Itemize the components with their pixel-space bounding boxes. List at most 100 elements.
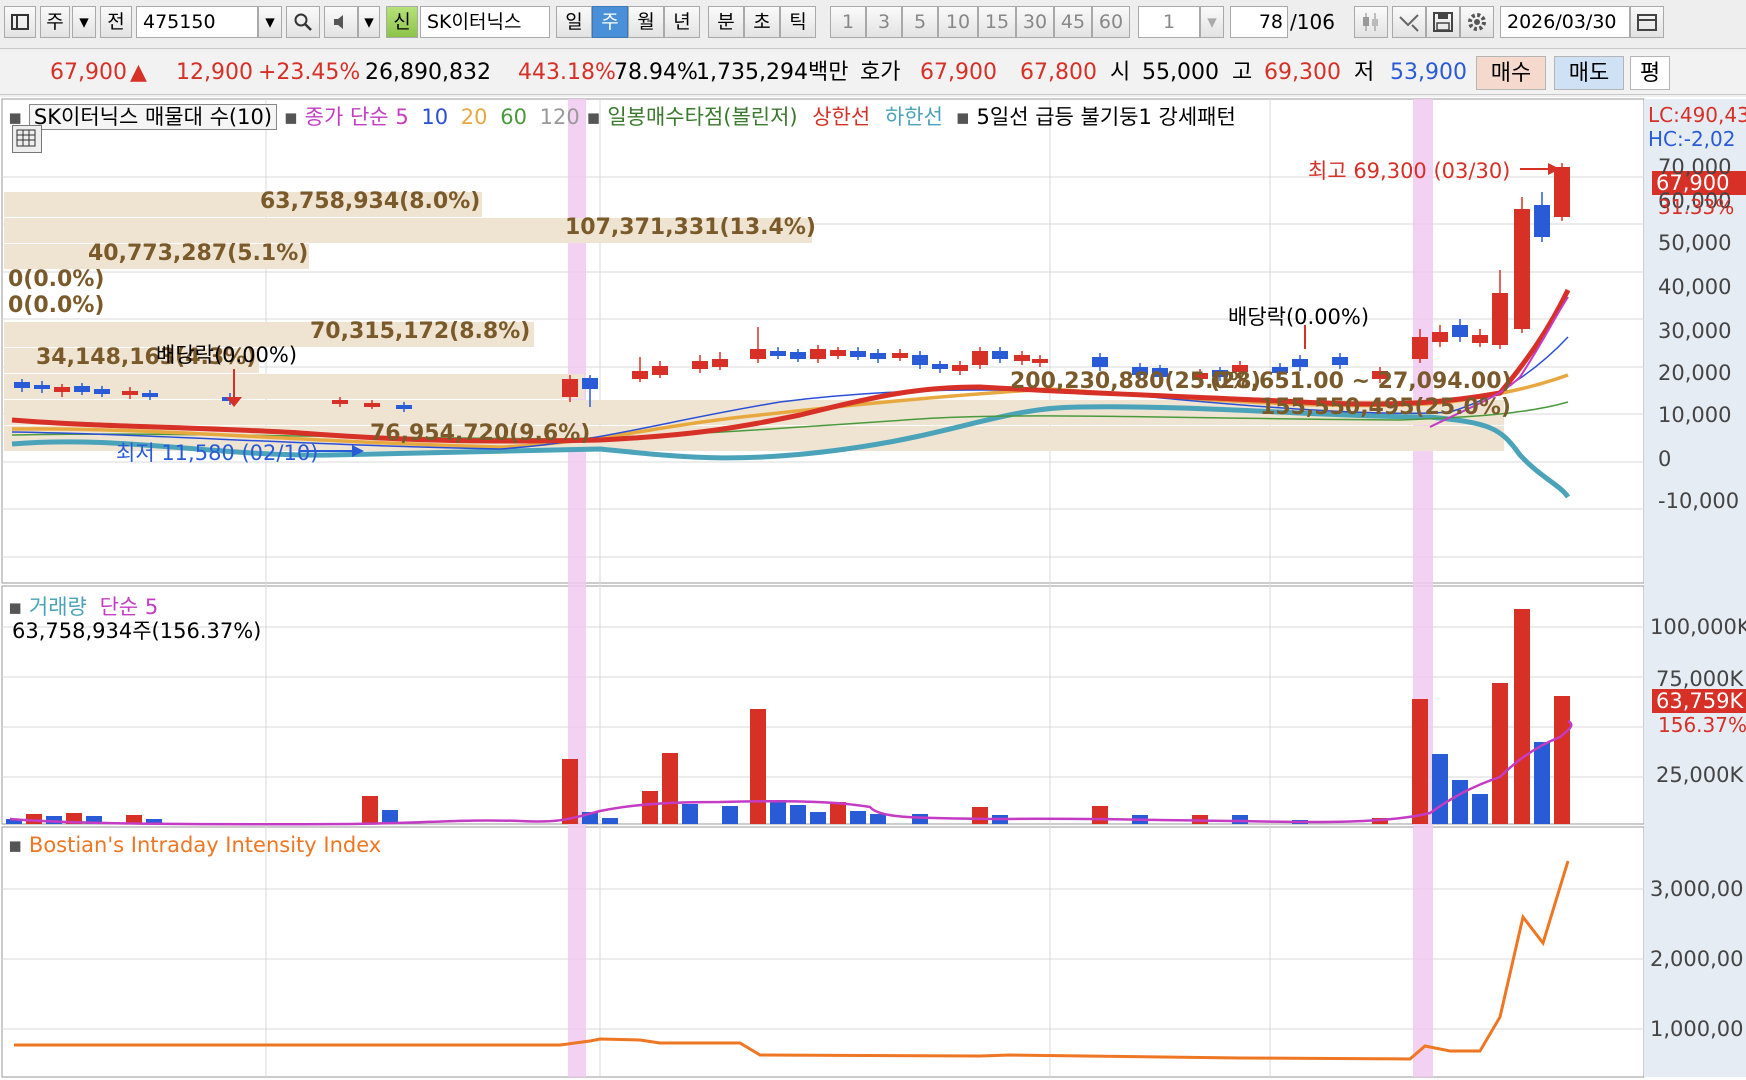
code-input[interactable]: 475150 — [136, 6, 258, 38]
current-price-tag: 67,900 — [1656, 171, 1730, 195]
low-price: 53,900 — [1390, 60, 1467, 85]
biii-axis-tick: 1,000,00 — [1650, 1017, 1744, 1041]
volume-bar — [722, 806, 738, 824]
pattern-label[interactable]: 5일선 급등 불기둥1 강세패턴 — [977, 105, 1236, 129]
volume-bar — [362, 796, 378, 824]
second-tab[interactable]: 초 — [744, 6, 780, 38]
low-annotation: 최저 11,580 (02/10) — [116, 441, 319, 465]
interval-30[interactable]: 30 — [1016, 6, 1054, 38]
date-input[interactable]: 2026/03/30 — [1500, 6, 1630, 38]
candle-body — [1492, 293, 1508, 345]
legend-square-icon: ▪ — [955, 105, 970, 129]
volume-bar — [850, 811, 866, 824]
page-input[interactable]: 78 — [1230, 6, 1288, 38]
volume-bar — [1412, 699, 1428, 824]
candle-body — [1292, 359, 1308, 367]
legend-square-icon: ▪ — [283, 105, 298, 129]
page-total: /106 — [1290, 10, 1335, 34]
type-dropdown-icon[interactable]: ▾ — [72, 6, 96, 38]
biii-axis-tick: 2,000,00 — [1650, 947, 1744, 971]
ma20-label[interactable]: 20 — [461, 105, 488, 129]
candle-body — [850, 351, 866, 357]
code-dropdown-icon[interactable]: ▾ — [258, 6, 282, 38]
crosshair-icon[interactable] — [1392, 6, 1426, 38]
volume-bar — [790, 805, 806, 824]
candle-body — [810, 349, 826, 359]
gear-icon[interactable] — [1460, 6, 1494, 38]
ma-label[interactable]: 종가 단순 — [305, 105, 389, 129]
high-annotation: 최고 69,300 (03/30) — [1308, 159, 1511, 183]
candle-settings-icon[interactable] — [1354, 6, 1388, 38]
candle-body — [14, 382, 30, 388]
search-icon[interactable] — [286, 6, 320, 38]
interval-60[interactable]: 60 — [1092, 6, 1130, 38]
candle-body — [830, 350, 846, 356]
price-axis-tick: 20,000 — [1658, 361, 1732, 385]
candle-body — [54, 387, 70, 392]
hc-info: HC:-2,02 — [1648, 127, 1736, 151]
interval-10[interactable]: 10 — [938, 6, 978, 38]
biii-legend: ▪ Bostian's Intraday Intensity Index — [8, 833, 381, 857]
buy-button[interactable]: 매수 — [1476, 56, 1546, 90]
interval-1[interactable]: 1 — [830, 6, 866, 38]
period-week-tab[interactable]: 주 — [592, 6, 628, 38]
volume-bar — [1554, 696, 1570, 824]
candle-body — [396, 405, 412, 409]
vp-label: 155,550,495(25.0%) — [1260, 395, 1511, 420]
interval-15[interactable]: 15 — [978, 6, 1016, 38]
interval-dropdown-icon[interactable]: ▾ — [1200, 6, 1224, 38]
minute-tab[interactable]: 분 — [708, 6, 744, 38]
ma120-label[interactable]: 120 — [540, 105, 580, 129]
flat-button[interactable]: 평 — [1630, 56, 1670, 90]
biii-axis-tick: 3,000,00 — [1650, 877, 1744, 901]
period-month-tab[interactable]: 월 — [628, 6, 664, 38]
layout-icon[interactable] — [4, 6, 36, 38]
chart-area[interactable]: ▪ SK이터닉스 매물대 수(10) ▪ 종가 단순 5 10 20 60 12… — [0, 97, 1746, 1080]
turnover-rate: 78.94% — [614, 60, 698, 85]
save-icon[interactable] — [1426, 6, 1460, 38]
vp-label: 70,315,172(8.8%) — [310, 319, 531, 344]
speaker-dropdown-icon[interactable]: ▾ — [358, 6, 380, 38]
bollinger-label[interactable]: 일봉매수타점(볼린저) — [607, 105, 797, 129]
lower-band-label[interactable]: 하한선 — [885, 105, 943, 129]
tick-tab[interactable]: 틱 — [780, 6, 816, 38]
period-year-tab[interactable]: 년 — [664, 6, 700, 38]
volume-bar — [810, 812, 826, 824]
volume-axis-tick: 75,000K — [1656, 667, 1744, 691]
speaker-icon[interactable] — [324, 6, 358, 38]
type-select[interactable]: 주 — [40, 6, 70, 38]
ma60-label[interactable]: 60 — [500, 105, 527, 129]
new-badge[interactable]: 신 — [386, 6, 418, 38]
interval-5[interactable]: 5 — [902, 6, 938, 38]
ma10-label[interactable]: 10 — [421, 105, 448, 129]
vp-label: 0(0.0%) — [8, 267, 105, 292]
volume-bar — [1514, 609, 1530, 824]
quote-bar: 67,900 ▲ 12,900 +23.45% 26,890,832 443.1… — [0, 52, 1746, 95]
stock-name-field[interactable]: SK이터닉스 — [420, 6, 550, 38]
high-label: 고 — [1232, 60, 1253, 85]
price-axis-tick: 50,000 — [1658, 231, 1732, 255]
price-axis-tick: 10,000 — [1658, 403, 1732, 427]
sell-button[interactable]: 매도 — [1554, 56, 1624, 90]
calendar-icon[interactable] — [1630, 6, 1664, 38]
change-percent: +23.45% — [258, 60, 361, 85]
prev-button[interactable]: 전 — [100, 6, 132, 38]
candle-body — [1554, 167, 1570, 217]
price-axis-tick: 0 — [1658, 447, 1672, 471]
price-axis-tick: 30,000 — [1658, 319, 1732, 343]
volume-axis-tick: 25,000K — [1656, 763, 1744, 787]
candle-body — [1472, 335, 1488, 343]
interval-select[interactable]: 1 — [1138, 6, 1200, 38]
ma5-label[interactable]: 5 — [395, 105, 408, 129]
legend-title[interactable]: SK이터닉스 매물대 수(10) — [28, 104, 278, 130]
interval-45[interactable]: 45 — [1054, 6, 1092, 38]
volume-bar — [662, 753, 678, 824]
period-day-tab[interactable]: 일 — [556, 6, 592, 38]
candle-body — [790, 352, 806, 359]
upper-band-label[interactable]: 상한선 — [812, 105, 870, 129]
interval-3[interactable]: 3 — [866, 6, 902, 38]
volume-bar — [1232, 815, 1248, 824]
biii-title[interactable]: Bostian's Intraday Intensity Index — [29, 833, 381, 857]
high-price: 69,300 — [1264, 60, 1341, 85]
table-icon[interactable] — [12, 125, 42, 153]
